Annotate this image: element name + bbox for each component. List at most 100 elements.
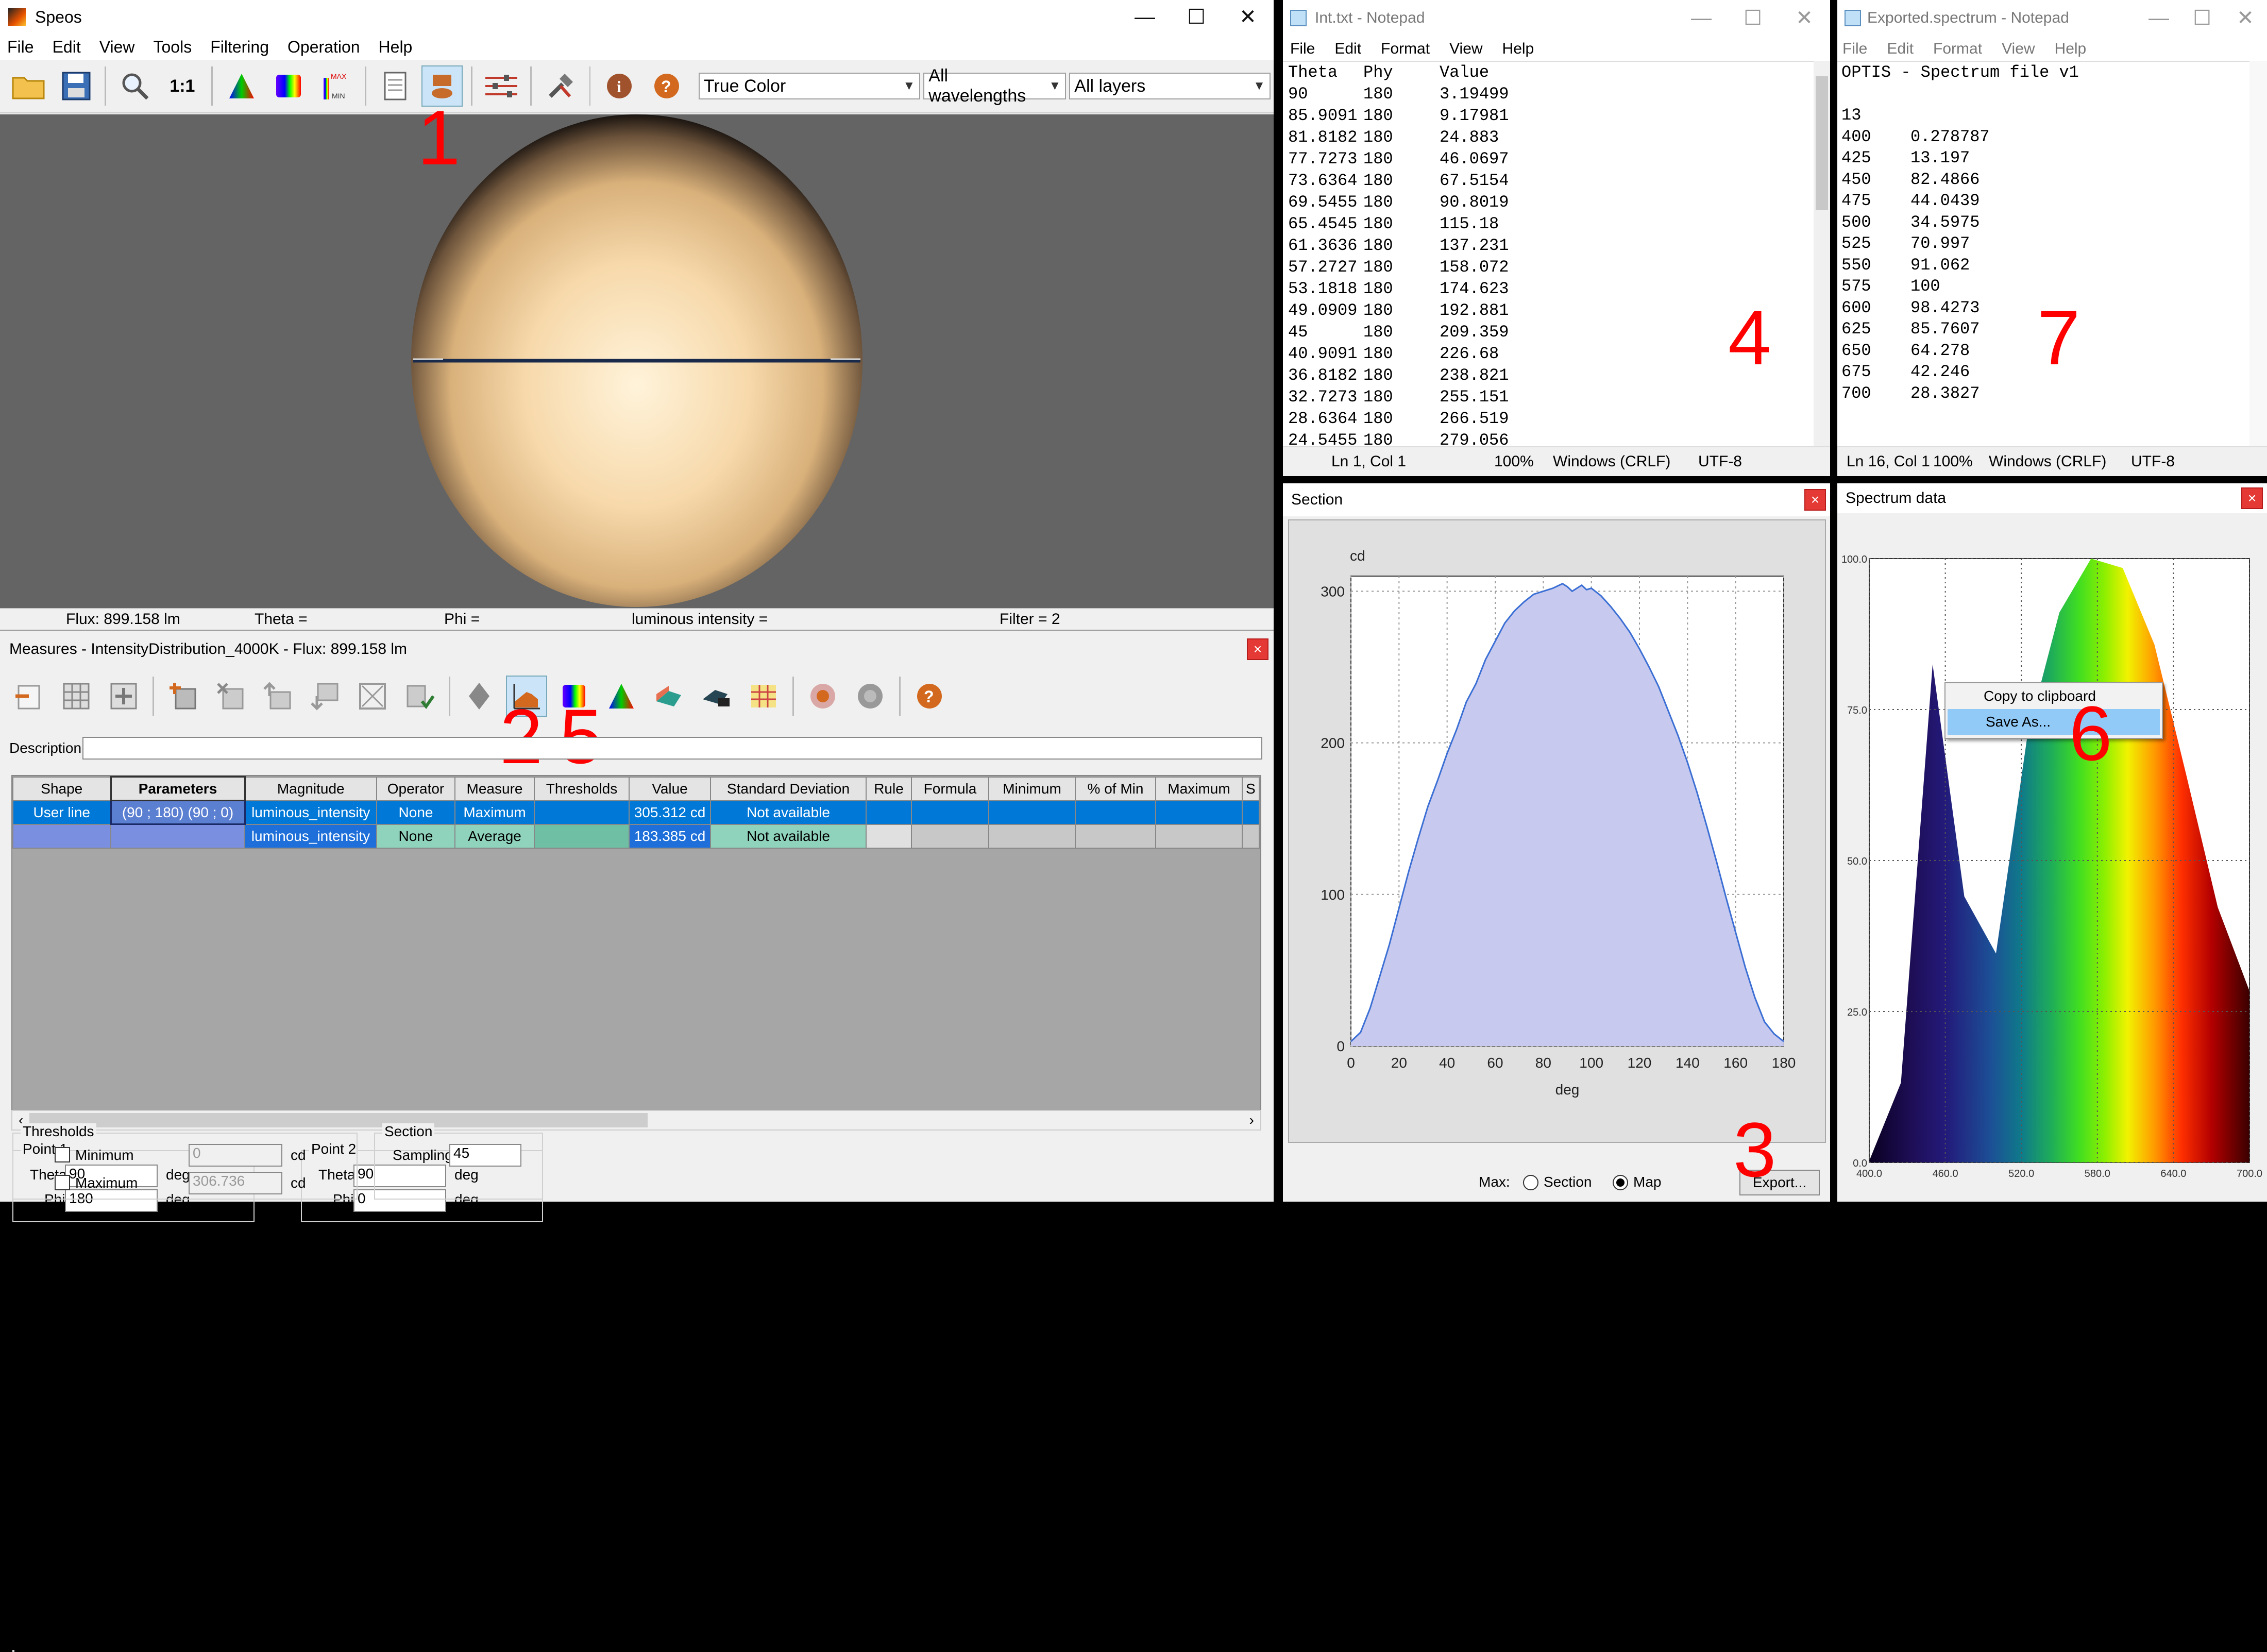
- cell-std[interactable]: Not available: [710, 823, 867, 849]
- scroll-right-icon[interactable]: ›: [1249, 1112, 1254, 1128]
- map-display-icon[interactable]: [696, 676, 737, 717]
- spectrum-icon[interactable]: [268, 65, 309, 107]
- menu-copy-to-clipboard[interactable]: Copy to clipboard: [1945, 683, 2162, 709]
- col-thresholds[interactable]: Thresholds: [534, 776, 630, 801]
- cell-pct-min[interactable]: [1075, 800, 1156, 825]
- parameters-icon[interactable]: [481, 65, 522, 107]
- col-rule[interactable]: Rule: [866, 776, 912, 801]
- col-formula[interactable]: Formula: [911, 776, 989, 801]
- cell-params[interactable]: [110, 823, 245, 849]
- cell-shape[interactable]: User line: [12, 800, 111, 825]
- menu-help[interactable]: Help: [1502, 40, 1534, 58]
- cell-thresholds[interactable]: [534, 823, 630, 849]
- maximize-icon[interactable]: ☐: [1171, 5, 1222, 29]
- diamond-icon[interactable]: [459, 676, 500, 717]
- move-up-icon[interactable]: [257, 676, 298, 717]
- menu-help[interactable]: Help: [2055, 40, 2087, 58]
- tools-icon[interactable]: [540, 65, 581, 107]
- grid-plus-icon[interactable]: [103, 676, 144, 717]
- menu-file[interactable]: File: [1290, 40, 1315, 58]
- menu-edit[interactable]: Edit: [1887, 40, 1914, 58]
- table-icon[interactable]: [743, 676, 784, 717]
- col-measure[interactable]: Measure: [454, 776, 535, 801]
- menu-save-as[interactable]: Save As...: [1948, 709, 2160, 735]
- col-minimum[interactable]: Minimum: [988, 776, 1076, 801]
- color-chart-icon[interactable]: [601, 676, 642, 717]
- menu-file[interactable]: File: [1842, 40, 1867, 58]
- color-chart-icon[interactable]: [221, 65, 262, 107]
- target-m-icon[interactable]: [850, 676, 891, 717]
- cell-value[interactable]: 183.385 cd: [629, 823, 711, 849]
- cell-rule[interactable]: [866, 823, 912, 849]
- cell-magnitude[interactable]: luminous_intensity: [244, 800, 377, 825]
- maximize-icon[interactable]: ☐: [2180, 6, 2224, 30]
- int-scrollbar[interactable]: [1814, 61, 1830, 446]
- cell-maximum[interactable]: [1155, 800, 1243, 825]
- cell-operator[interactable]: None: [376, 800, 455, 825]
- cell-rule[interactable]: [866, 800, 912, 825]
- save-icon[interactable]: [56, 65, 97, 107]
- cell-formula[interactable]: [911, 800, 989, 825]
- cell-maximum[interactable]: [1155, 823, 1243, 849]
- maximum-input[interactable]: 306.736: [189, 1172, 282, 1194]
- close-icon[interactable]: ×: [1804, 489, 1826, 511]
- fit-icon[interactable]: [352, 676, 393, 717]
- cell-operator[interactable]: None: [376, 823, 455, 849]
- scroll-thumb[interactable]: [1816, 76, 1828, 210]
- col-std[interactable]: Standard Deviation: [710, 776, 867, 801]
- cell-std[interactable]: Not available: [710, 800, 867, 825]
- add-shape-icon[interactable]: [162, 676, 204, 717]
- minimum-input[interactable]: 0: [189, 1144, 282, 1167]
- wavelength-select[interactable]: All wavelengths ▼: [923, 66, 1067, 106]
- cell-magnitude[interactable]: luminous_intensity: [244, 823, 377, 849]
- info-icon[interactable]: i: [599, 65, 640, 107]
- radio-section[interactable]: [1523, 1175, 1538, 1190]
- close-icon[interactable]: ✕: [1222, 5, 1274, 29]
- maximize-icon[interactable]: ☐: [1727, 6, 1779, 30]
- layer-select[interactable]: All layers ▼: [1069, 73, 1271, 99]
- cell-thresholds[interactable]: [534, 800, 630, 825]
- col-s[interactable]: S: [1242, 776, 1260, 801]
- col-maximum[interactable]: Maximum: [1155, 776, 1243, 801]
- scroll-thumb[interactable]: [29, 1113, 648, 1127]
- menu-operation[interactable]: Operation: [287, 38, 360, 57]
- open-icon[interactable]: [8, 65, 49, 107]
- help-icon[interactable]: ?: [646, 65, 687, 107]
- table-scrollbar[interactable]: ‹ ›: [11, 1110, 1261, 1131]
- section-chart[interactable]: 0 20 40 60 80 100 120 140 160 180 0 100 200 300 cd deg: [1289, 520, 1825, 1142]
- move-down-icon[interactable]: [304, 676, 346, 717]
- cell-measure[interactable]: Maximum: [454, 800, 535, 825]
- description-input[interactable]: [82, 737, 1262, 760]
- menu-tools[interactable]: Tools: [153, 38, 192, 57]
- close-icon[interactable]: ×: [2241, 487, 2263, 509]
- export-icon[interactable]: [8, 676, 49, 717]
- max-scale-icon[interactable]: MAX MIN: [315, 65, 357, 107]
- actual-size-icon[interactable]: 1:1: [162, 65, 203, 107]
- cell-s[interactable]: [1242, 800, 1260, 825]
- map-viewport[interactable]: 1: [0, 99, 1274, 608]
- cell-shape[interactable]: [12, 823, 111, 849]
- color-mode-select[interactable]: True Color ▼: [698, 73, 921, 99]
- sampling-input[interactable]: 45: [449, 1144, 521, 1167]
- grid-icon[interactable]: [56, 676, 97, 717]
- table-row[interactable]: User line (90 ; 180) (90 ; 0) luminous_i…: [12, 800, 1260, 825]
- menu-format[interactable]: Format: [1933, 40, 1982, 58]
- spec-scrollbar[interactable]: [2249, 61, 2267, 446]
- menu-edit[interactable]: Edit: [1334, 40, 1361, 58]
- menu-file[interactable]: File: [7, 38, 34, 57]
- cell-value[interactable]: 305.312 cd: [629, 800, 711, 825]
- close-icon[interactable]: ✕: [2224, 6, 2267, 30]
- close-icon[interactable]: ✕: [1779, 6, 1830, 30]
- notepad-int-text[interactable]: Theta Phy Value 90 180 3.19499 85.9091 180 9.…: [1283, 61, 1814, 446]
- col-value[interactable]: Value: [629, 776, 711, 801]
- radio-map[interactable]: [1613, 1175, 1628, 1190]
- minimize-icon[interactable]: —: [2137, 7, 2180, 30]
- col-shape[interactable]: Shape: [12, 776, 111, 801]
- cell-s[interactable]: [1242, 823, 1260, 849]
- cell-minimum[interactable]: [988, 800, 1076, 825]
- col-magnitude[interactable]: Magnitude: [244, 776, 377, 801]
- report-icon[interactable]: [375, 65, 416, 107]
- close-icon[interactable]: ×: [1247, 638, 1268, 660]
- table-row[interactable]: luminous_intensity None Average 183.385 …: [12, 823, 1260, 849]
- menu-format[interactable]: Format: [1381, 40, 1430, 58]
